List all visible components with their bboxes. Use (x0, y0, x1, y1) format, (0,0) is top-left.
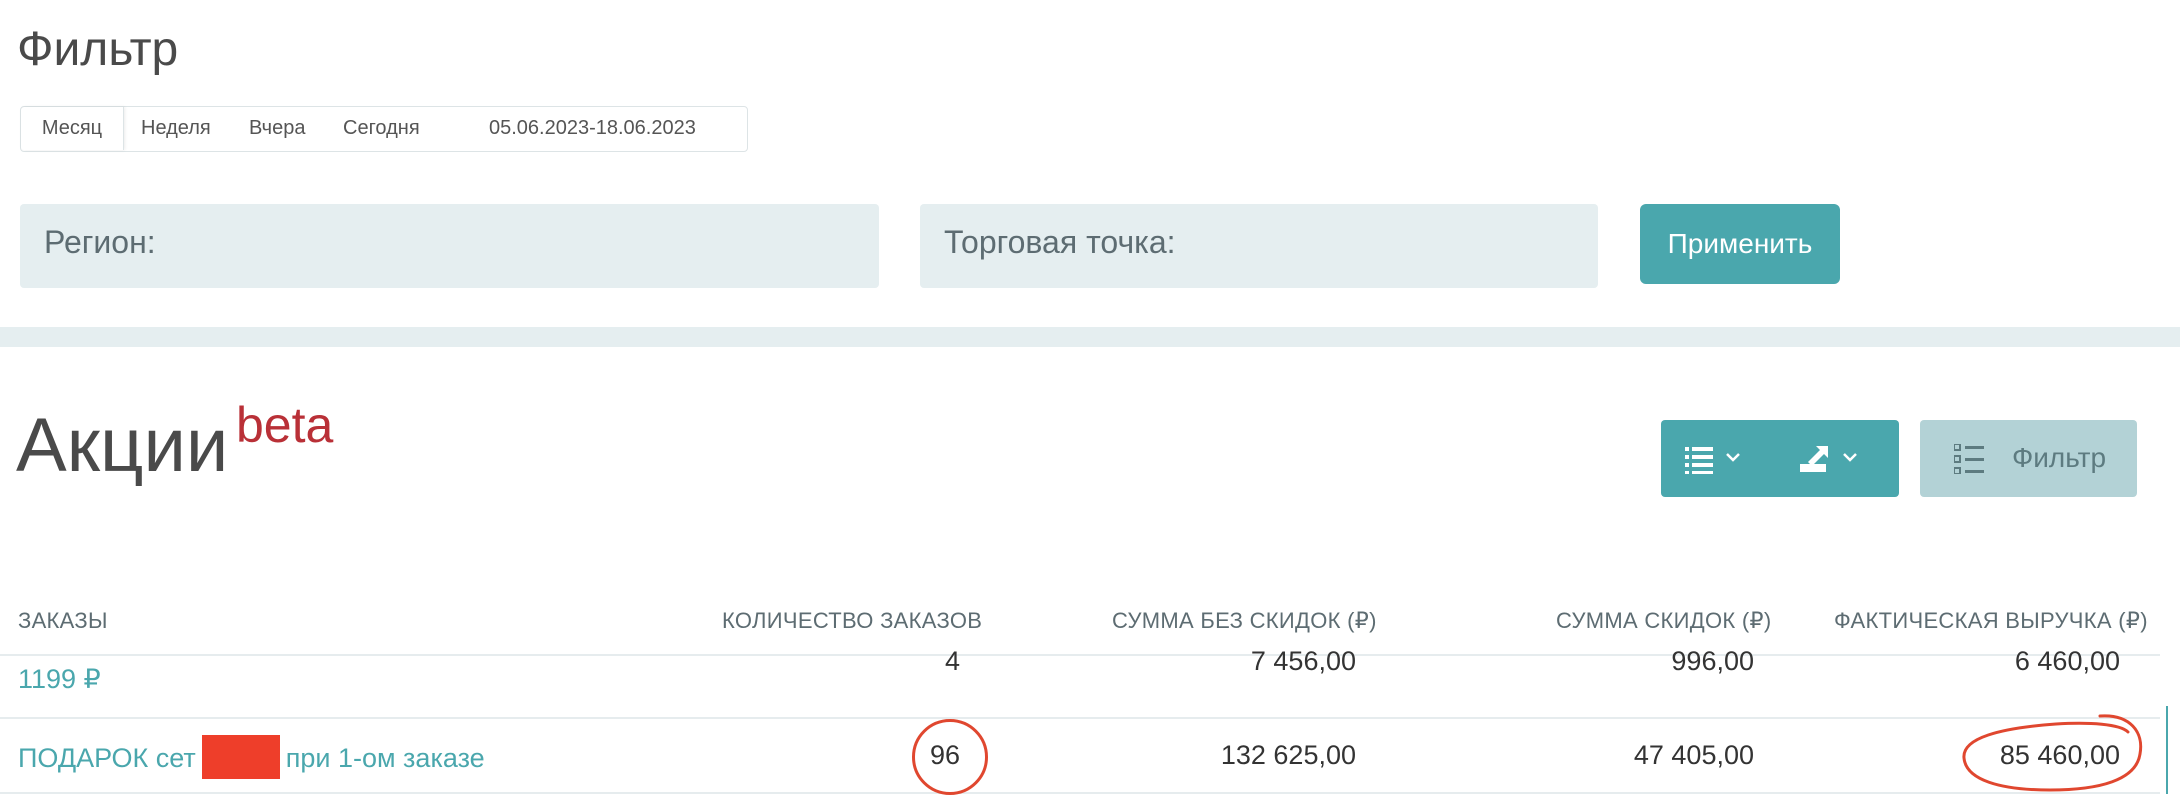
period-yesterday-button[interactable]: Вчера (249, 107, 305, 150)
row-2-name[interactable]: ПОДАРОК сет при 1-ом заказе (18, 735, 485, 782)
row-1-orders: 4 (944, 646, 960, 676)
list-icon (1685, 447, 1740, 474)
row-1-name[interactable]: 1199 ₽ (18, 664, 101, 695)
period-week-button[interactable]: Неделя (141, 107, 211, 150)
region-select[interactable]: Регион: (20, 204, 879, 288)
row-1-sum-no-discount: 7 456,00 (1250, 646, 1356, 676)
promo-filter-button[interactable]: Фильтр (1920, 420, 2137, 497)
row-2-name-prefix: ПОДАРОК сет (18, 743, 196, 774)
export-button[interactable] (1780, 420, 1899, 497)
period-month-button[interactable]: Месяц (21, 107, 124, 150)
period-selector: Месяц Неделя Вчера Сегодня 05.06.2023-18… (20, 106, 748, 152)
toolbar-group (1661, 420, 1899, 497)
column-header-revenue: ФАКТИЧЕСКАЯ ВЫРУЧКА (₽) (1834, 608, 2148, 633)
row-2-discount-sum: 47 405,00 (1633, 740, 1754, 770)
filter-title: Фильтр (17, 23, 179, 76)
date-range-input[interactable]: 05.06.2023-18.06.2023 (489, 107, 696, 150)
column-header-order-count: КОЛИЧЕСТВО ЗАКАЗОВ (722, 608, 983, 633)
region-label: Регион: (44, 224, 156, 260)
redaction-block (201, 735, 280, 779)
column-header-sum-no-discount: СУММА БЕЗ СКИДОК (₽) (1112, 608, 1377, 633)
row-1-revenue: 6 460,00 (2014, 646, 2120, 676)
row-2-name-suffix: при 1-ом заказе (285, 743, 485, 774)
column-header-orders: ЗАКАЗЫ (18, 608, 108, 633)
row-1-discount-sum: 996,00 (1671, 646, 1754, 676)
apply-button[interactable]: Применить (1640, 204, 1840, 284)
export-icon (1800, 446, 1857, 472)
store-label: Торговая точка: (944, 224, 1176, 260)
view-mode-button[interactable] (1661, 420, 1780, 497)
row-divider-bottom (0, 792, 2160, 794)
period-today-button[interactable]: Сегодня (343, 107, 420, 150)
row-divider (0, 717, 2160, 719)
column-header-discount-sum: СУММА СКИДОК (₽) (1556, 608, 1772, 633)
filter-panel: Фильтр Месяц Неделя Вчера Сегодня 05.06.… (0, 0, 2180, 327)
annotation-circle-revenue (1962, 714, 2143, 792)
promo-title: Акции (16, 403, 229, 488)
row-2-sum-no-discount: 132 625,00 (1220, 740, 1356, 770)
store-select[interactable]: Торговая точка: (920, 204, 1598, 288)
promo-filter-label: Фильтр (2012, 442, 2107, 473)
header-divider (0, 654, 2160, 656)
filter-list-icon (1954, 444, 1984, 474)
row-2-orders: 96 (929, 740, 960, 770)
scrollbar-thumb[interactable] (2166, 706, 2168, 794)
beta-badge: beta (236, 397, 334, 453)
